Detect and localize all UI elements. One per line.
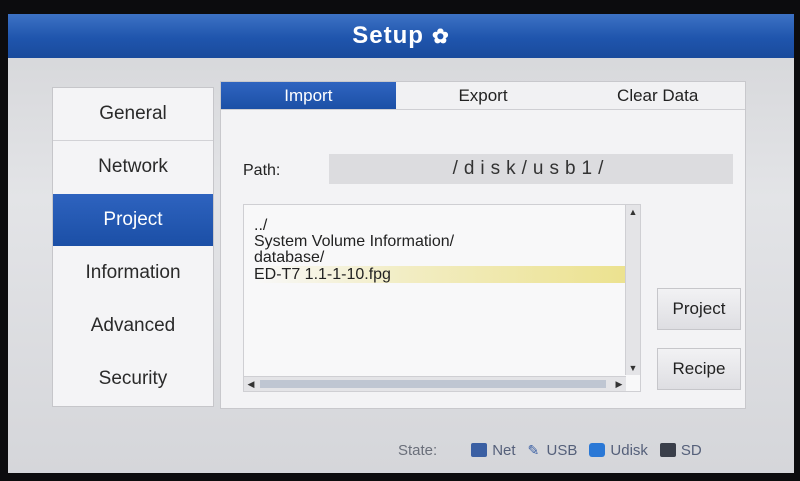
gear-icon: ✿ bbox=[431, 25, 450, 48]
status-net-label: Net bbox=[492, 441, 516, 459]
tab-export[interactable]: Export bbox=[395, 82, 571, 110]
sidebar-item-security[interactable]: Security bbox=[53, 353, 213, 405]
status-usb-label: USB bbox=[546, 441, 578, 459]
title-bar: Setup ✿ bbox=[8, 14, 794, 58]
recipe-button[interactable]: Recipe bbox=[657, 348, 741, 390]
status-sd: SD bbox=[659, 441, 702, 459]
status-udisk-label: Udisk bbox=[610, 441, 648, 459]
sidebar: General Network Project Information Adva… bbox=[52, 87, 214, 407]
scroll-right-icon[interactable]: ▶ bbox=[614, 379, 624, 389]
sidebar-item-label: Project bbox=[103, 209, 163, 230]
network-icon bbox=[471, 443, 488, 457]
sidebar-item-label: Information bbox=[85, 262, 181, 283]
tab-label: Import bbox=[284, 85, 333, 105]
tab-label: Export bbox=[458, 85, 508, 105]
list-item[interactable]: ../ bbox=[254, 217, 267, 234]
sidebar-item-general[interactable]: General bbox=[53, 88, 213, 141]
status-udisk: Udisk bbox=[589, 442, 648, 459]
project-panel: Import Export Clear Data Path: /disk/usb… bbox=[220, 81, 746, 409]
sidebar-item-network[interactable]: Network bbox=[53, 141, 213, 193]
usb-icon: ✎ bbox=[527, 442, 540, 458]
sidebar-item-project[interactable]: Project bbox=[53, 194, 213, 246]
list-item[interactable]: database/ bbox=[254, 249, 324, 266]
tab-import[interactable]: Import bbox=[221, 82, 396, 110]
tab-label: Clear Data bbox=[617, 85, 699, 105]
status-net: Net bbox=[471, 441, 516, 459]
status-usb: ✎ USB bbox=[528, 442, 578, 459]
list-item[interactable]: System Volume Information/ bbox=[254, 233, 454, 250]
sidebar-item-label: Network bbox=[98, 156, 168, 177]
tab-bar: Import Export Clear Data bbox=[221, 82, 746, 110]
scroll-left-icon[interactable]: ◀ bbox=[246, 379, 256, 389]
path-field[interactable]: /disk/usb1/ bbox=[329, 154, 733, 184]
scroll-down-icon[interactable]: ▼ bbox=[628, 363, 638, 373]
state-label: State: bbox=[398, 441, 438, 459]
button-label: Recipe bbox=[672, 359, 726, 378]
device-screen: Setup ✿ General Network Project Informat… bbox=[8, 14, 794, 473]
sidebar-item-label: General bbox=[99, 103, 167, 124]
scroll-thumb[interactable] bbox=[260, 380, 606, 388]
udisk-icon bbox=[589, 443, 606, 457]
project-button[interactable]: Project bbox=[657, 288, 741, 330]
list-item-selected[interactable]: ED-T7 1.1-1-10.fpg bbox=[254, 266, 626, 283]
status-bar: State: Net ✎ USB Udisk SD bbox=[398, 438, 714, 462]
tab-clear-data[interactable]: Clear Data bbox=[570, 82, 746, 110]
sd-card-icon bbox=[659, 443, 676, 457]
sidebar-item-label: Security bbox=[98, 368, 168, 389]
page-title: Setup bbox=[352, 22, 424, 49]
sidebar-item-information[interactable]: Information bbox=[53, 247, 213, 299]
status-sd-label: SD bbox=[680, 441, 702, 459]
vertical-scrollbar[interactable]: ▲ ▼ bbox=[625, 205, 640, 375]
file-list[interactable]: ../ System Volume Information/ database/… bbox=[243, 204, 641, 392]
horizontal-scrollbar[interactable]: ◀ ▶ bbox=[244, 376, 626, 391]
scroll-up-icon[interactable]: ▲ bbox=[628, 207, 638, 217]
path-label: Path: bbox=[243, 162, 281, 179]
sidebar-item-advanced[interactable]: Advanced bbox=[53, 300, 213, 352]
sidebar-item-label: Advanced bbox=[90, 315, 176, 336]
button-label: Project bbox=[672, 299, 726, 318]
